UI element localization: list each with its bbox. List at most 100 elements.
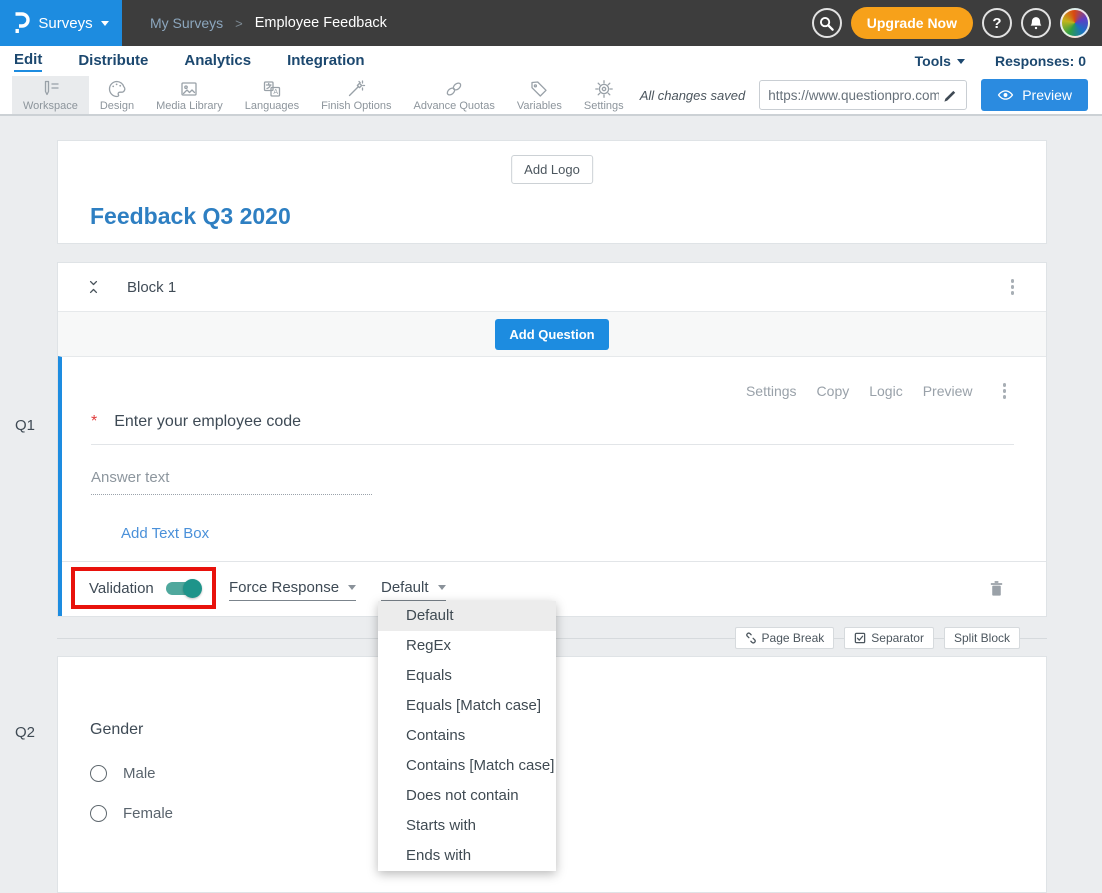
magic-wand-icon	[346, 79, 366, 99]
question-footer-divider	[62, 561, 1046, 562]
force-response-dropdown[interactable]: Force Response	[229, 579, 356, 601]
block-card: Block 1 Add Question Settings Copy Logic…	[57, 262, 1047, 617]
tab-edit[interactable]: Edit	[14, 51, 42, 72]
survey-url-input[interactable]	[768, 88, 939, 103]
menu-option-does-not-contain[interactable]: Does not contain	[378, 781, 556, 811]
tab-distribute[interactable]: Distribute	[78, 52, 148, 71]
toolbar-item-finish-options[interactable]: Finish Options	[310, 76, 402, 114]
preview-label: Preview	[1022, 87, 1072, 103]
toolbar-item-workspace[interactable]: Workspace	[12, 76, 89, 114]
toolbar-item-settings[interactable]: Settings	[573, 76, 635, 114]
question-settings-link[interactable]: Settings	[746, 383, 797, 399]
toolbar-item-advance-quotas[interactable]: Advance Quotas	[402, 76, 505, 114]
product-menu-label: Surveys	[38, 15, 92, 32]
menu-option-regex[interactable]: RegEx	[378, 631, 556, 661]
radio-button-icon[interactable]	[90, 805, 107, 822]
add-text-box-link[interactable]: Add Text Box	[121, 525, 209, 542]
toolbar-item-variables[interactable]: Variables	[506, 76, 573, 114]
block-kebab-menu[interactable]	[1007, 275, 1019, 299]
menu-option-default[interactable]: Default	[378, 601, 556, 631]
help-button[interactable]: ?	[982, 8, 1012, 38]
responses-count: Responses: 0	[995, 53, 1086, 69]
survey-editor-page: Surveys My Surveys > Employee Feedback U…	[0, 0, 1102, 893]
eye-icon	[997, 89, 1014, 101]
tag-icon	[529, 79, 549, 99]
question-logic-link[interactable]: Logic	[869, 383, 902, 399]
preview-button[interactable]: Preview	[981, 79, 1088, 111]
split-block-label: Split Block	[954, 631, 1010, 645]
add-question-button[interactable]: Add Question	[495, 319, 608, 350]
validation-annotation-box: Validation	[71, 567, 216, 609]
upgrade-now-button[interactable]: Upgrade Now	[851, 7, 973, 39]
question-2-id-label: Q2	[15, 724, 35, 741]
menu-option-contains-match-case[interactable]: Contains [Match case]	[378, 751, 556, 781]
editor-toolbar: Workspace Design Media Library A Languag…	[0, 76, 1102, 116]
validation-type-dropdown[interactable]: Default	[381, 579, 446, 601]
top-navbar: Surveys My Surveys > Employee Feedback U…	[0, 0, 1102, 46]
menu-option-starts-with[interactable]: Starts with	[378, 811, 556, 841]
chevron-down-icon	[438, 585, 446, 590]
toolbar-item-languages[interactable]: A Languages	[234, 76, 310, 114]
tab-integration[interactable]: Integration	[287, 52, 365, 71]
tools-menu[interactable]: Tools	[915, 53, 965, 69]
chevron-down-icon	[101, 21, 109, 26]
question-underline	[91, 444, 1014, 445]
svg-text:A: A	[273, 89, 278, 96]
menu-option-contains[interactable]: Contains	[378, 721, 556, 751]
toolbar-item-label: Media Library	[156, 100, 223, 112]
survey-title[interactable]: Feedback Q3 2020	[90, 203, 291, 230]
question-text[interactable]: Gender	[90, 721, 143, 739]
tabbar-right: Tools Responses: 0	[915, 53, 1086, 69]
toolbar-item-media-library[interactable]: Media Library	[145, 76, 234, 114]
delete-question-button[interactable]	[987, 579, 1006, 603]
survey-url-box	[759, 80, 967, 110]
menu-option-ends-with[interactable]: Ends with	[378, 841, 556, 871]
question-copy-link[interactable]: Copy	[817, 383, 850, 399]
validation-toggle[interactable]	[166, 582, 200, 595]
answer-option-label: Male	[123, 765, 156, 782]
notifications-button[interactable]	[1021, 8, 1051, 38]
menu-option-equals-match-case[interactable]: Equals [Match case]	[378, 691, 556, 721]
toolbar-item-design[interactable]: Design	[89, 76, 145, 114]
toolbar-item-label: Variables	[517, 100, 562, 112]
menu-option-equals[interactable]: Equals	[378, 661, 556, 691]
validation-type-value: Default	[381, 579, 429, 596]
chevron-down-icon	[957, 59, 965, 64]
image-icon	[179, 79, 199, 99]
separator-button[interactable]: Separator	[844, 627, 934, 649]
answer-text-placeholder[interactable]: Answer text	[91, 469, 372, 495]
page-break-button[interactable]: Page Break	[735, 627, 835, 649]
avatar[interactable]	[1060, 8, 1090, 38]
breadcrumb-my-surveys[interactable]: My Surveys	[150, 15, 223, 31]
toolbar-item-label: Design	[100, 100, 134, 112]
question-actions: Settings Copy Logic Preview	[746, 379, 1010, 403]
translate-icon: A	[262, 79, 282, 99]
edit-url-pencil-icon[interactable]	[943, 88, 958, 103]
question-text[interactable]: Enter your employee code	[114, 413, 301, 431]
question-1-id-label: Q1	[15, 417, 35, 434]
radio-button-icon[interactable]	[90, 765, 107, 782]
workspace-icon	[40, 79, 60, 99]
product-switcher[interactable]: Surveys	[0, 0, 122, 46]
collapse-block-icon[interactable]	[86, 279, 101, 295]
answer-option-male[interactable]: Male	[90, 765, 156, 782]
block-title[interactable]: Block 1	[127, 279, 176, 296]
tab-analytics[interactable]: Analytics	[184, 52, 251, 71]
question-kebab-menu[interactable]	[999, 379, 1011, 403]
question-mark-icon: ?	[992, 15, 1001, 32]
block-footer-buttons: Page Break Separator Split Block	[735, 627, 1020, 649]
add-logo-button[interactable]: Add Logo	[511, 155, 593, 184]
split-block-button[interactable]: Split Block	[944, 627, 1020, 649]
survey-header-card: Add Logo Feedback Q3 2020	[57, 140, 1047, 244]
checkbox-icon	[854, 632, 866, 644]
toolbar-right: All changes saved Preview	[640, 76, 1088, 114]
search-button[interactable]	[812, 8, 842, 38]
toolbar-item-label: Languages	[245, 100, 299, 112]
answer-option-female[interactable]: Female	[90, 805, 173, 822]
question-1-card: Settings Copy Logic Preview * Enter your…	[58, 356, 1046, 616]
separator-label: Separator	[871, 631, 924, 645]
questionpro-logo-icon	[13, 12, 30, 34]
answer-option-label: Female	[123, 805, 173, 822]
force-response-label: Force Response	[229, 579, 339, 596]
question-preview-link[interactable]: Preview	[923, 383, 973, 399]
